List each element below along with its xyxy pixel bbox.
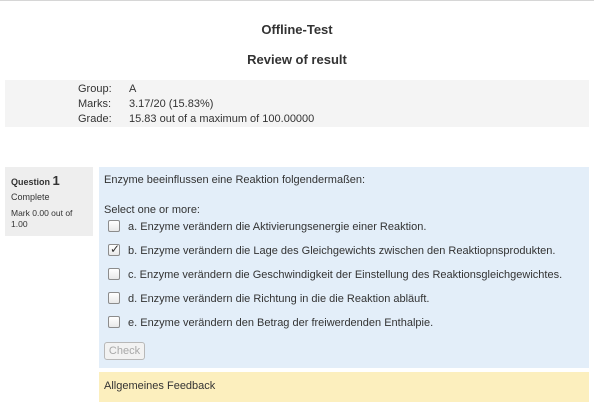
general-feedback: Allgemeines Feedback — [99, 372, 589, 402]
summary-value: 15.83 out of a maximum of 100.00000 — [129, 113, 315, 125]
summary-value: A — [129, 83, 137, 95]
option-label: c. Enzyme verändern die Geschwindigkeit … — [128, 269, 563, 281]
option-label: d. Enzyme verändern die Richtung in die … — [128, 293, 430, 305]
question-number: Question 1 — [11, 173, 87, 188]
result-summary: Group: A Marks: 3.17/20 (15.83%) Grade: … — [5, 80, 589, 127]
top-divider — [0, 0, 594, 1]
option-label: e. Enzyme verändern den Betrag der freiw… — [128, 317, 434, 329]
question-content: Enzyme beeinflussen eine Reaktion folgen… — [99, 167, 589, 368]
summary-label: Marks: — [78, 98, 111, 110]
question-info-panel: Question 1 Complete Mark 0.00 out of 1.0… — [5, 167, 93, 236]
option-checkbox[interactable] — [108, 220, 120, 232]
check-button[interactable]: Check — [104, 342, 145, 360]
summary-value: 3.17/20 (15.83%) — [129, 98, 214, 110]
answer-prompt: Select one or more: — [104, 204, 200, 216]
page-title: Offline-Test — [261, 22, 333, 37]
feedback-text: Allgemeines Feedback — [104, 380, 216, 392]
option-checkbox[interactable] — [108, 316, 120, 328]
question-mark: Mark 0.00 out of 1.00 — [11, 208, 73, 229]
option-checkbox[interactable] — [108, 292, 120, 304]
question-label: Question — [11, 177, 51, 187]
question-state: Complete — [11, 192, 50, 202]
question-text: Enzyme beeinflussen eine Reaktion folgen… — [104, 174, 366, 186]
option-checkbox[interactable] — [108, 268, 120, 280]
summary-label: Group: — [78, 83, 112, 95]
summary-label: Grade: — [78, 113, 112, 125]
checkmark-icon: ✓ — [110, 242, 121, 256]
option-checkbox-checked[interactable]: ✓ — [108, 242, 121, 256]
option-label: a. Enzyme verändern die Aktivierungsener… — [128, 221, 427, 233]
option-label: b. Enzyme verändern die Lage des Gleichg… — [128, 245, 556, 257]
page-subtitle: Review of result — [247, 52, 347, 67]
question-number-value: 1 — [52, 173, 60, 188]
